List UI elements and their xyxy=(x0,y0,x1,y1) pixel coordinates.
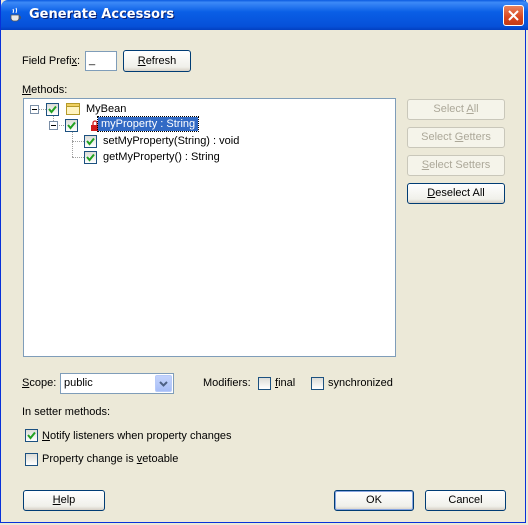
vetoable-label: Property change is vetoable xyxy=(42,453,179,465)
close-icon xyxy=(508,10,519,21)
tree-label-setter: setMyProperty(String) : void xyxy=(103,135,240,147)
methods-label: Methods: xyxy=(22,84,68,96)
field-prefix-label: Field Prefix: xyxy=(22,55,81,67)
methods-tree[interactable]: MyBean myProperty : String setMyProperty… xyxy=(23,98,396,357)
check-icon xyxy=(67,121,76,130)
class-icon xyxy=(66,103,80,115)
vetoable-checkbox[interactable] xyxy=(25,453,38,466)
title-bar[interactable]: Generate Accessors xyxy=(1,0,528,30)
help-button[interactable]: Help xyxy=(23,490,105,511)
dropdown-arrow-button[interactable] xyxy=(155,375,172,392)
field-prefix-input[interactable]: _ xyxy=(85,51,117,71)
notify-listeners-label: Notify listeners when property changes xyxy=(42,430,232,442)
synchronized-checkbox[interactable] xyxy=(311,377,324,390)
property-checkbox[interactable] xyxy=(65,119,78,132)
cancel-button[interactable]: Cancel xyxy=(425,490,506,511)
select-setters-button[interactable]: Select Setters xyxy=(407,155,505,176)
modifiers-label: Modifiers: xyxy=(203,377,251,389)
scope-select[interactable]: public xyxy=(60,373,174,394)
tree-row-setter[interactable]: setMyProperty(String) : void xyxy=(24,133,384,149)
tree-row-root[interactable]: MyBean xyxy=(24,101,384,117)
collapse-icon[interactable] xyxy=(49,121,58,130)
select-getters-button[interactable]: Select Getters xyxy=(407,127,505,148)
setter-checkbox[interactable] xyxy=(84,135,97,148)
ok-button[interactable]: OK xyxy=(334,490,414,511)
check-icon xyxy=(86,153,95,162)
root-checkbox[interactable] xyxy=(46,103,59,116)
tree-row-getter[interactable]: getMyProperty() : String xyxy=(24,149,384,165)
final-label: final xyxy=(275,377,296,389)
tree-label-getter: getMyProperty() : String xyxy=(103,151,220,163)
notify-listeners-checkbox[interactable] xyxy=(25,429,38,442)
tree-row-property[interactable]: myProperty : String xyxy=(24,116,384,133)
setter-section-label: In setter methods: xyxy=(22,406,111,418)
final-checkbox[interactable] xyxy=(258,377,271,390)
close-button[interactable] xyxy=(503,5,524,26)
scope-label: Scope: xyxy=(22,377,57,389)
dialog-title: Generate Accessors xyxy=(29,7,175,22)
deselect-all-button[interactable]: Deselect All xyxy=(407,183,505,204)
generate-accessors-dialog: Generate Accessors Field Prefix: _ Refre… xyxy=(0,0,528,523)
tree-label-root: MyBean xyxy=(86,103,127,115)
chevron-down-icon xyxy=(159,381,168,387)
check-icon xyxy=(27,431,36,440)
check-icon xyxy=(86,137,95,146)
coffee-cup-icon xyxy=(10,7,21,22)
synchronized-label: synchronized xyxy=(328,377,393,389)
tree-label-property: myProperty : String xyxy=(96,116,200,132)
getter-checkbox[interactable] xyxy=(84,151,97,164)
scope-value: public xyxy=(64,377,93,389)
collapse-icon[interactable] xyxy=(30,105,39,114)
check-icon xyxy=(48,105,57,114)
refresh-button[interactable]: Refresh xyxy=(123,50,191,72)
select-all-button[interactable]: Select All xyxy=(407,99,505,120)
